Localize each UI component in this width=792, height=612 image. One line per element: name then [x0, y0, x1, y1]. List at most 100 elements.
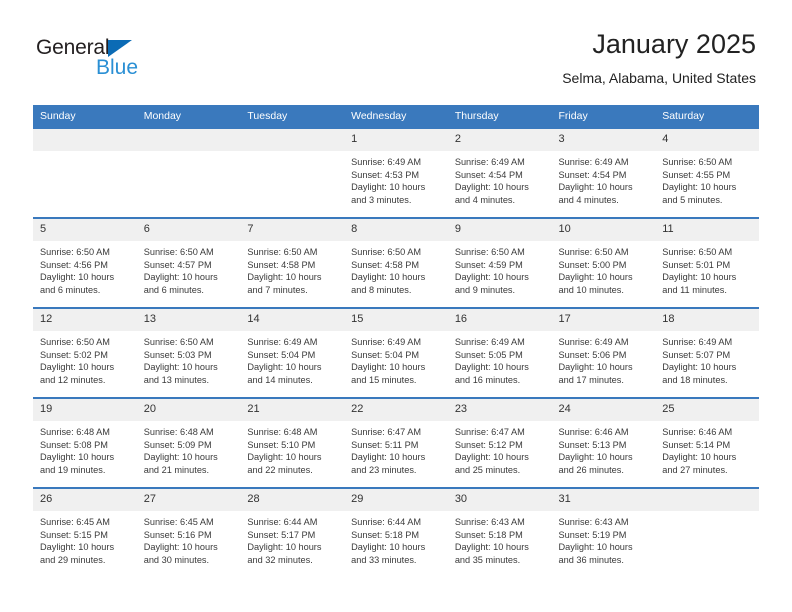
weekday-header-wednesday: Wednesday	[344, 105, 448, 128]
day-number: 31	[551, 490, 656, 511]
calendar-empty-cell	[240, 127, 345, 218]
daylight-text: Daylight: 10 hours and 21 minutes.	[143, 452, 218, 475]
day-number: 22	[344, 400, 448, 421]
day-number: 12	[33, 310, 137, 331]
daylight-text: Daylight: 10 hours and 36 minutes.	[558, 542, 633, 565]
sunrise-text: Sunrise: 6:49 AM	[558, 337, 629, 347]
day-details: Sunrise: 6:44 AM Sunset: 5:18 PM Daylight:…	[344, 511, 448, 566]
calendar-day-cell[interactable]: 29 Sunrise: 6:44 AM Sunset: 5:18 PM Dayligh…	[344, 487, 448, 578]
sunrise-text: Sunrise: 6:50 AM	[40, 247, 110, 257]
brand-logo[interactable]: General Blue	[36, 36, 176, 84]
calendar-day-cell[interactable]: 11 Sunrise: 6:50 AM Sunset: 5:01 PM Dayligh…	[655, 217, 759, 308]
calendar-day-cell[interactable]: 7 Sunrise: 6:50 AM Sunset: 4:58 PM Daylight…	[240, 217, 345, 308]
calendar-day-cell[interactable]: 15 Sunrise: 6:49 AM Sunset: 5:04 PM Dayligh…	[344, 307, 448, 398]
day-number: 28	[240, 490, 345, 511]
day-details: Sunrise: 6:46 AM Sunset: 5:13 PM Daylight:…	[552, 421, 656, 476]
sunrise-text: Sunrise: 6:49 AM	[558, 157, 629, 167]
day-number: 20	[136, 400, 241, 421]
daylight-text: Daylight: 10 hours and 16 minutes.	[454, 362, 529, 385]
weekday-header-thursday: Thursday	[447, 105, 552, 128]
sunrise-text: Sunrise: 6:50 AM	[143, 247, 214, 257]
calendar-day-cell[interactable]: 31 Sunrise: 6:43 AM Sunset: 5:19 PM Dayligh…	[551, 487, 656, 578]
daylight-text: Daylight: 10 hours and 17 minutes.	[558, 362, 633, 385]
calendar-day-cell[interactable]: 17 Sunrise: 6:49 AM Sunset: 5:06 PM Dayligh…	[551, 307, 656, 398]
day-details: Sunrise: 6:49 AM Sunset: 5:06 PM Daylight:…	[552, 331, 656, 386]
calendar-day-cell[interactable]: 19 Sunrise: 6:48 AM Sunset: 5:08 PM Dayligh…	[33, 397, 137, 488]
calendar-day-cell[interactable]: 8 Sunrise: 6:50 AM Sunset: 4:58 PM Daylight…	[344, 217, 448, 308]
title-block: January 2025 Selma, Alabama, United Stat…	[562, 28, 756, 88]
calendar-day-cell[interactable]: 1 Sunrise: 6:49 AM Sunset: 4:53 PM Daylight…	[344, 127, 448, 218]
calendar-day-cell[interactable]: 3 Sunrise: 6:49 AM Sunset: 4:54 PM Daylight…	[551, 127, 656, 218]
calendar-day-cell[interactable]: 28 Sunrise: 6:44 AM Sunset: 5:17 PM Dayligh…	[240, 487, 345, 578]
calendar-day-cell[interactable]: 6 Sunrise: 6:50 AM Sunset: 4:57 PM Daylight…	[136, 217, 241, 308]
sunset-text: Sunset: 5:19 PM	[558, 529, 627, 540]
sunrise-text: Sunrise: 6:50 AM	[662, 157, 733, 167]
day-details: Sunrise: 6:49 AM Sunset: 4:54 PM Daylight:…	[448, 151, 552, 206]
sunrise-text: Sunrise: 6:49 AM	[662, 337, 733, 347]
calendar-day-cell[interactable]: 5 Sunrise: 6:50 AM Sunset: 4:56 PM Daylight…	[33, 217, 137, 308]
calendar-day-cell[interactable]: 13 Sunrise: 6:50 AM Sunset: 5:03 PM Dayligh…	[136, 307, 241, 398]
daylight-text: Daylight: 10 hours and 26 minutes.	[558, 452, 633, 475]
calendar-day-cell[interactable]: 10 Sunrise: 6:50 AM Sunset: 5:00 PM Dayligh…	[551, 217, 656, 308]
weekday-header-saturday: Saturday	[655, 105, 759, 128]
sunrise-text: Sunrise: 6:47 AM	[351, 427, 422, 437]
daylight-text: Daylight: 10 hours and 9 minutes.	[454, 272, 529, 295]
weekday-header-friday: Friday	[551, 105, 656, 128]
calendar-day-cell[interactable]: 14 Sunrise: 6:49 AM Sunset: 5:04 PM Dayligh…	[240, 307, 345, 398]
day-details: Sunrise: 6:46 AM Sunset: 5:14 PM Daylight:…	[655, 421, 759, 476]
calendar-week-row: 1 Sunrise: 6:49 AM Sunset: 4:53 PM Daylight…	[33, 127, 759, 218]
calendar-day-cell[interactable]: 2 Sunrise: 6:49 AM Sunset: 4:54 PM Daylight…	[447, 127, 552, 218]
weekday-header-sunday: Sunday	[33, 105, 137, 128]
calendar-day-cell[interactable]: 12 Sunrise: 6:50 AM Sunset: 5:02 PM Dayligh…	[33, 307, 137, 398]
day-details: Sunrise: 6:48 AM Sunset: 5:09 PM Daylight:…	[137, 421, 241, 476]
day-details: Sunrise: 6:50 AM Sunset: 4:56 PM Daylight:…	[33, 241, 137, 296]
daylight-text: Daylight: 10 hours and 13 minutes.	[143, 362, 218, 385]
calendar-week-row: 5 Sunrise: 6:50 AM Sunset: 4:56 PM Daylight…	[33, 217, 759, 308]
sunrise-text: Sunrise: 6:50 AM	[454, 247, 525, 257]
day-number	[33, 130, 137, 151]
calendar-day-cell[interactable]: 27 Sunrise: 6:45 AM Sunset: 5:16 PM Dayligh…	[136, 487, 241, 578]
day-details: Sunrise: 6:45 AM Sunset: 5:15 PM Daylight:…	[33, 511, 137, 566]
daylight-text: Daylight: 10 hours and 18 minutes.	[662, 362, 737, 385]
day-number	[136, 130, 241, 151]
calendar-day-cell[interactable]: 18 Sunrise: 6:49 AM Sunset: 5:07 PM Dayligh…	[655, 307, 759, 398]
sunset-text: Sunset: 4:56 PM	[40, 259, 108, 270]
day-number: 10	[551, 220, 656, 241]
day-number: 24	[551, 400, 656, 421]
sunrise-text: Sunrise: 6:46 AM	[662, 427, 733, 437]
day-details: Sunrise: 6:43 AM Sunset: 5:19 PM Daylight:…	[552, 511, 656, 566]
calendar-day-cell[interactable]: 20 Sunrise: 6:48 AM Sunset: 5:09 PM Dayligh…	[136, 397, 241, 488]
triangle-icon	[108, 40, 132, 57]
calendar-day-cell[interactable]: 9 Sunrise: 6:50 AM Sunset: 4:59 PM Daylight…	[447, 217, 552, 308]
day-number: 23	[447, 400, 552, 421]
daylight-text: Daylight: 10 hours and 8 minutes.	[351, 272, 426, 295]
brand-name-blue: Blue	[96, 56, 139, 79]
day-details: Sunrise: 6:48 AM Sunset: 5:10 PM Daylight:…	[240, 421, 344, 476]
day-number: 26	[33, 490, 137, 511]
calendar-day-cell[interactable]: 4 Sunrise: 6:50 AM Sunset: 4:55 PM Daylight…	[655, 127, 759, 218]
sunrise-text: Sunrise: 6:44 AM	[247, 517, 318, 527]
day-number: 4	[655, 130, 759, 151]
sunrise-text: Sunrise: 6:45 AM	[143, 517, 214, 527]
calendar-day-cell[interactable]: 21 Sunrise: 6:48 AM Sunset: 5:10 PM Dayligh…	[240, 397, 345, 488]
day-number: 25	[655, 400, 759, 421]
sunset-text: Sunset: 4:53 PM	[351, 169, 420, 180]
calendar-day-cell[interactable]: 26 Sunrise: 6:45 AM Sunset: 5:15 PM Dayligh…	[33, 487, 137, 578]
sunset-text: Sunset: 5:03 PM	[143, 349, 212, 360]
day-number: 9	[447, 220, 552, 241]
day-number: 19	[33, 400, 137, 421]
daylight-text: Daylight: 10 hours and 15 minutes.	[351, 362, 426, 385]
sunrise-text: Sunrise: 6:50 AM	[558, 247, 629, 257]
day-number: 11	[655, 220, 759, 241]
calendar-day-cell[interactable]: 25 Sunrise: 6:46 AM Sunset: 5:14 PM Dayligh…	[655, 397, 759, 488]
calendar-day-cell[interactable]: 16 Sunrise: 6:49 AM Sunset: 5:05 PM Dayligh…	[447, 307, 552, 398]
calendar-day-cell[interactable]: 30 Sunrise: 6:43 AM Sunset: 5:18 PM Dayligh…	[447, 487, 552, 578]
sunset-text: Sunset: 5:18 PM	[454, 529, 523, 540]
calendar-day-cell[interactable]: 22 Sunrise: 6:47 AM Sunset: 5:11 PM Dayligh…	[344, 397, 448, 488]
day-number: 30	[447, 490, 552, 511]
calendar-day-cell[interactable]: 23 Sunrise: 6:47 AM Sunset: 5:12 PM Dayligh…	[447, 397, 552, 488]
calendar-week-row: 26 Sunrise: 6:45 AM Sunset: 5:15 PM Dayligh…	[33, 487, 759, 578]
sunrise-text: Sunrise: 6:49 AM	[454, 337, 525, 347]
calendar-day-cell[interactable]: 24 Sunrise: 6:46 AM Sunset: 5:13 PM Dayligh…	[551, 397, 656, 488]
day-number	[240, 130, 345, 151]
